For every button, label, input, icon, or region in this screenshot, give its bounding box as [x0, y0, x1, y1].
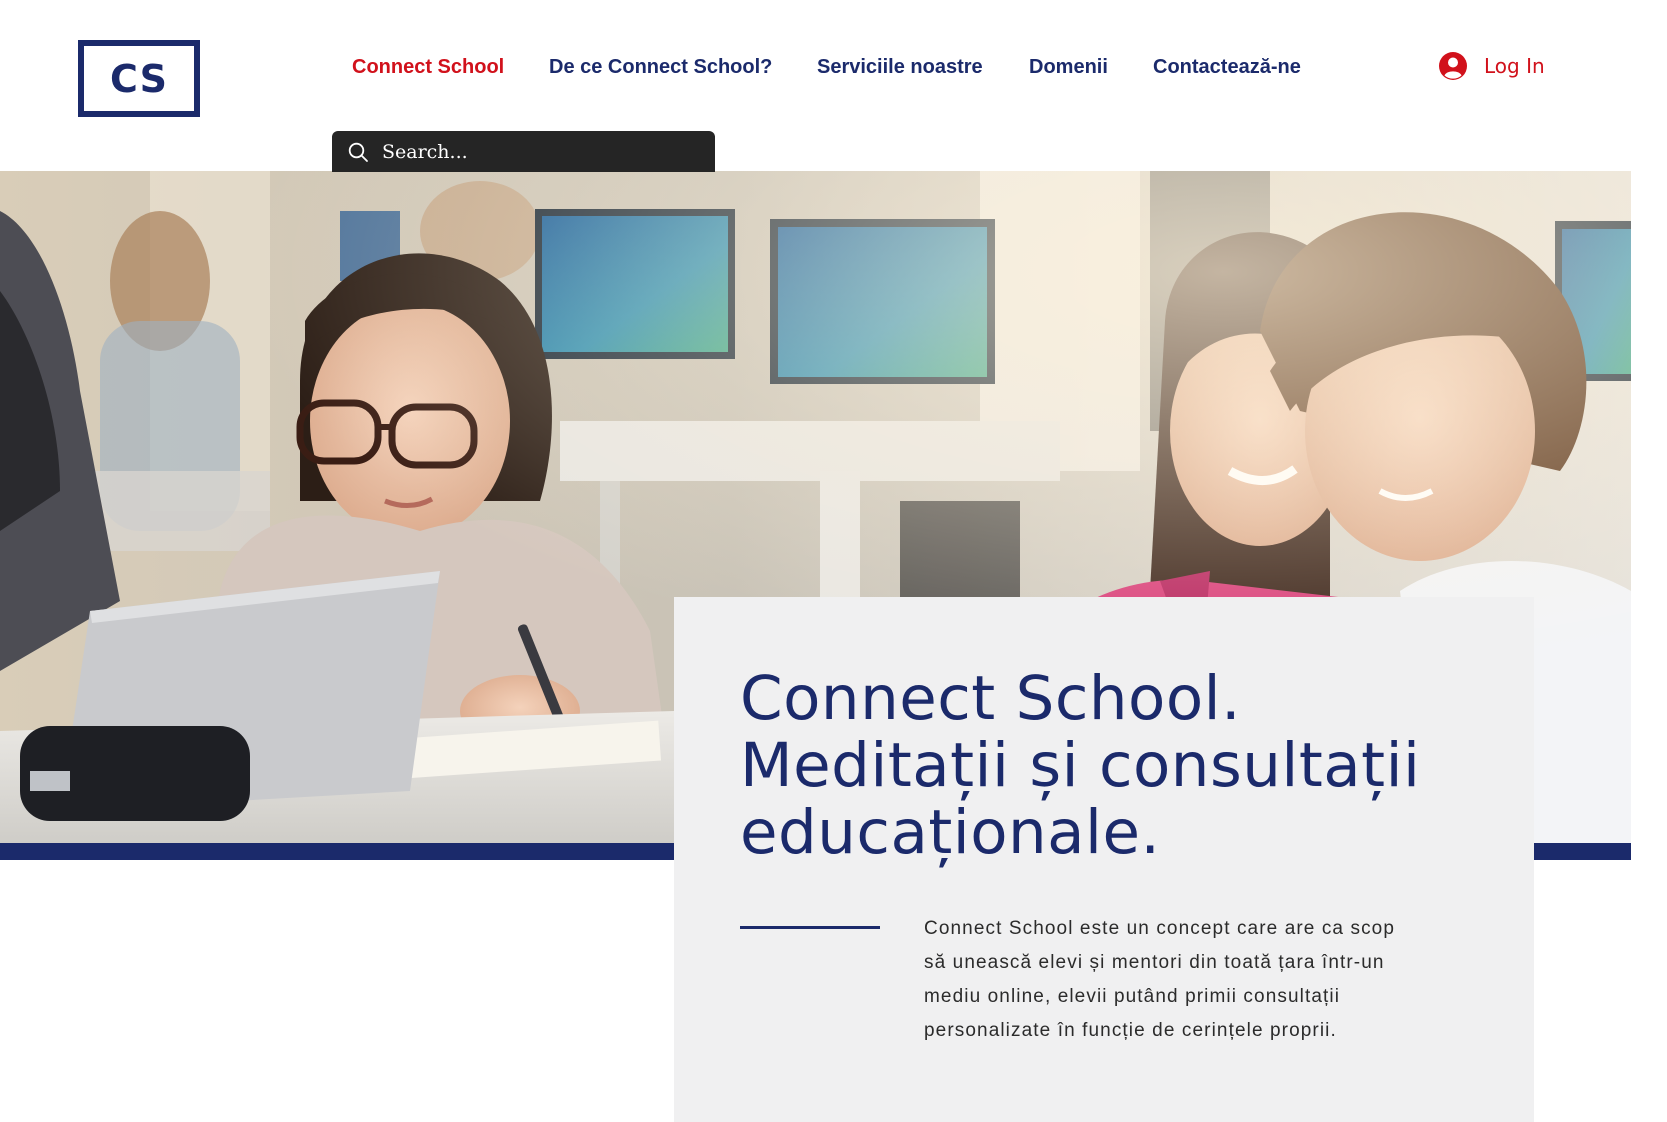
nav-item-connect-school[interactable]: Connect School	[352, 53, 504, 81]
brand-logo[interactable]: CS	[78, 40, 200, 117]
hero-card: Connect School. Meditații și consultații…	[674, 597, 1534, 1122]
hero-title-line: Connect School.	[740, 663, 1242, 734]
nav-item-contacteaza-ne[interactable]: Contactează-ne	[1153, 53, 1301, 81]
search-bar[interactable]	[332, 131, 715, 172]
login-label: Log In	[1484, 54, 1545, 78]
hero-title: Connect School. Meditații și consultații…	[740, 665, 1500, 866]
nav-item-domenii[interactable]: Domenii	[1029, 53, 1108, 81]
hero-description: Connect School este un concept care are …	[924, 912, 1444, 1048]
divider	[740, 926, 880, 929]
user-avatar-icon	[1439, 52, 1467, 80]
hero-title-line: educaționale.	[740, 797, 1161, 868]
hero-description-line: să unească elevi și mentori din toată ța…	[924, 952, 1385, 973]
hero-description-line: mediu online, elevii putând primii consu…	[924, 986, 1341, 1007]
nav-item-serviciile-noastre[interactable]: Serviciile noastre	[817, 53, 983, 81]
logo-text: CS	[110, 56, 168, 101]
search-icon	[348, 142, 368, 162]
login-button[interactable]: Log In	[1438, 48, 1545, 84]
hero-description-line: personalizate în funcție de cerințele pr…	[924, 1020, 1337, 1041]
nav-item-de-ce-connect-school[interactable]: De ce Connect School?	[549, 53, 772, 81]
hero-title-line: Meditații și consultații	[740, 730, 1421, 801]
search-input[interactable]	[382, 136, 702, 167]
hero-description-line: Connect School este un concept care are …	[924, 918, 1396, 939]
